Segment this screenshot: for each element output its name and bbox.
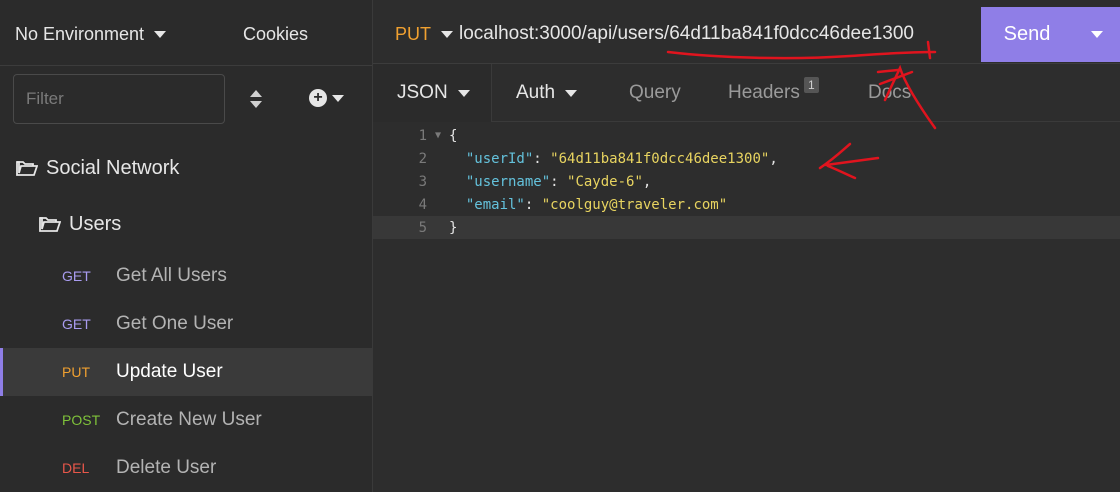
tab-headers[interactable]: Headers (728, 64, 800, 122)
environment-label: No Environment (15, 24, 145, 44)
send-button[interactable]: Send (981, 7, 1120, 62)
method-badge: GET (62, 316, 91, 332)
folder-label: Social Network (46, 156, 180, 179)
chevron-down-icon (457, 89, 470, 97)
tab-label: JSON (397, 82, 448, 103)
environment-dropdown[interactable]: No Environment (15, 24, 167, 45)
request-label: Get All Users (116, 265, 227, 286)
json-value: "coolguy@traveler.com" (541, 196, 728, 213)
method-badge: POST (62, 412, 101, 428)
request-label: Delete User (116, 457, 217, 478)
request-pane: PUT localhost:3000/api/users/64d11ba841f… (373, 0, 1120, 492)
chevron-down-icon (565, 89, 578, 97)
json-editor[interactable]: 1 ▼ { 2 "userId": "64d11ba841f0dcc46dee1… (373, 124, 1120, 239)
code-line: 2 "userId": "64d11ba841f0dcc46dee1300", (373, 147, 1120, 170)
chevron-down-icon (154, 31, 167, 38)
method-badge: PUT (62, 364, 90, 380)
line-number: 2 (418, 150, 427, 167)
headers-count: 1 (804, 77, 819, 93)
tab-label: Auth (516, 82, 556, 103)
tab-auth[interactable]: Auth (516, 64, 578, 122)
plus-circle-icon: + (309, 89, 327, 107)
send-options-button[interactable] (1073, 7, 1120, 62)
folder-label: Users (69, 212, 122, 235)
tab-label: Headers (728, 82, 800, 103)
chevron-down-icon (332, 94, 344, 102)
request-delete-user[interactable]: DEL Delete User (0, 444, 372, 492)
tab-body[interactable]: JSON (373, 64, 492, 122)
folder-social-network[interactable]: Social Network (0, 140, 372, 196)
code-line: 4 "email": "coolguy@traveler.com" (373, 193, 1120, 216)
close-brace: } (449, 219, 458, 236)
send-label: Send (1003, 23, 1051, 45)
code-line: 1 ▼ { (373, 124, 1120, 147)
open-brace: { (449, 127, 458, 144)
request-label: Create New User (116, 409, 262, 430)
json-field: "userId": "64d11ba841f0dcc46dee1300", (465, 150, 778, 167)
request-get-one-user[interactable]: GET Get One User (0, 300, 372, 348)
tab-query[interactable]: Query (629, 64, 681, 122)
line-number: 3 (418, 173, 427, 190)
request-tabs: JSON Auth Query Headers Docs (373, 64, 1120, 122)
json-key: "email" (465, 196, 525, 213)
code-line: 3 "username": "Cayde-6", (373, 170, 1120, 193)
request-get-all-users[interactable]: GET Get All Users (0, 252, 372, 300)
line-number: 4 (418, 196, 427, 213)
json-value: "64d11ba841f0dcc46dee1300" (550, 150, 770, 167)
tab-label: Docs (868, 82, 912, 103)
headers-count-badge: 1 (804, 76, 819, 94)
sort-icon[interactable] (249, 89, 263, 109)
method-dropdown[interactable]: PUT (395, 24, 453, 45)
code-line: 5 } (373, 216, 1120, 239)
chevron-down-icon (441, 31, 453, 38)
json-field: "email": "coolguy@traveler.com" (465, 196, 728, 213)
tab-label: Query (629, 82, 681, 103)
url-input[interactable]: localhost:3000/api/users/64d11ba841f0dcc… (459, 23, 914, 45)
folder-users[interactable]: Users (0, 196, 372, 252)
method-badge: DEL (62, 460, 90, 476)
line-number: 5 (418, 219, 427, 236)
json-key: "username" (465, 173, 551, 190)
filter-input[interactable] (13, 74, 225, 124)
request-update-user[interactable]: PUT Update User (0, 348, 372, 396)
json-field: "username": "Cayde-6", (465, 173, 652, 190)
cookies-button[interactable]: Cookies (243, 24, 308, 45)
fold-caret-icon[interactable]: ▼ (435, 130, 449, 141)
method-badge: GET (62, 268, 91, 284)
add-item-button[interactable]: + (309, 89, 344, 107)
request-label: Update User (116, 361, 223, 382)
json-value: "Cayde-6" (567, 173, 643, 190)
sidebar: No Environment Cookies + Social Network … (0, 0, 373, 492)
request-label: Get One User (116, 313, 234, 334)
folder-open-icon (16, 161, 38, 176)
request-tree: Social Network Users GET Get All Users G… (0, 140, 372, 492)
line-number: 1 (418, 127, 427, 144)
url-bar: PUT localhost:3000/api/users/64d11ba841f… (373, 0, 1120, 64)
folder-open-icon (39, 217, 61, 232)
sidebar-header: No Environment Cookies (0, 0, 372, 66)
method-label: PUT (395, 24, 431, 44)
chevron-down-icon (1090, 31, 1103, 38)
request-create-new-user[interactable]: POST Create New User (0, 396, 372, 444)
tab-docs[interactable]: Docs (868, 64, 911, 122)
json-key: "userId" (465, 150, 534, 167)
